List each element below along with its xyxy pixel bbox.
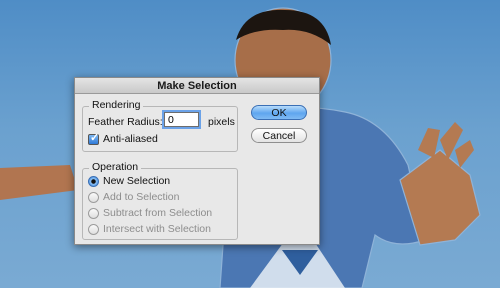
operation-group: Operation New Selection Add to Selection… — [82, 161, 238, 240]
feather-radius-label: Feather Radius: — [88, 116, 163, 128]
subtract-from-selection-label[interactable]: Subtract from Selection — [103, 207, 212, 220]
subtract-from-selection-radio[interactable] — [88, 208, 99, 219]
operation-group-label: Operation — [89, 161, 142, 174]
new-selection-label[interactable]: New Selection — [103, 175, 170, 188]
pixels-unit-label: pixels — [208, 116, 235, 128]
new-selection-radio[interactable] — [88, 176, 99, 187]
intersect-with-selection-label[interactable]: Intersect with Selection — [103, 223, 211, 236]
anti-aliased-checkbox[interactable]: ✓ — [88, 132, 100, 145]
dialog-title: Make Selection — [75, 78, 319, 94]
anti-aliased-label[interactable]: Anti-aliased — [103, 133, 158, 146]
rendering-group: Rendering Feather Radius: pixels ✓ Anti-… — [82, 99, 238, 152]
add-to-selection-radio[interactable] — [88, 192, 99, 203]
add-to-selection-label[interactable]: Add to Selection — [103, 191, 179, 204]
cancel-button[interactable]: Cancel — [251, 128, 307, 143]
rendering-group-label: Rendering — [89, 99, 144, 112]
ok-button[interactable]: OK — [251, 105, 307, 120]
intersect-with-selection-radio[interactable] — [88, 224, 99, 235]
feather-radius-input[interactable] — [164, 112, 199, 127]
make-selection-dialog: Make Selection Rendering Feather Radius:… — [74, 77, 320, 245]
checkmark-icon: ✓ — [90, 132, 100, 144]
